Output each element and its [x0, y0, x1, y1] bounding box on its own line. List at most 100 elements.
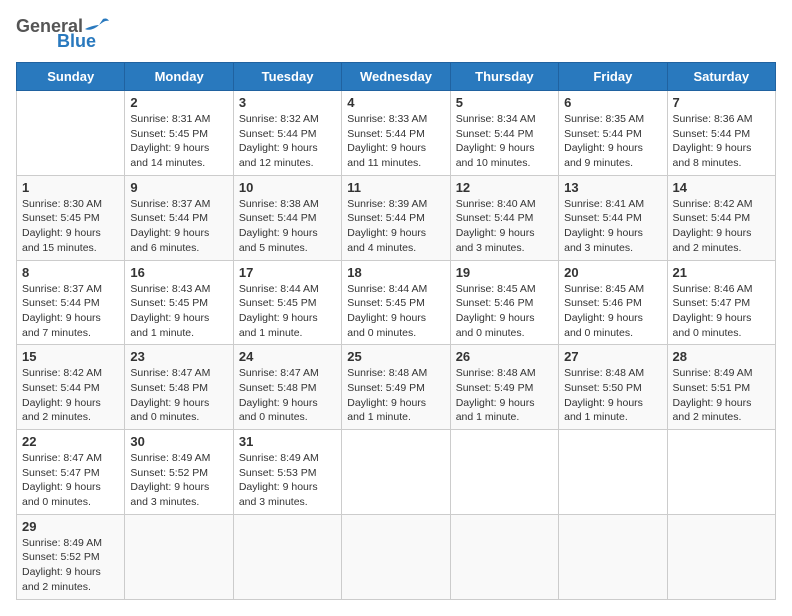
- day-info: Sunrise: 8:43 AMSunset: 5:45 PMDaylight:…: [130, 283, 210, 339]
- day-number: 29: [22, 519, 119, 534]
- calendar-cell: [17, 91, 125, 176]
- day-number: 16: [130, 265, 227, 280]
- day-info: Sunrise: 8:47 AMSunset: 5:48 PMDaylight:…: [239, 367, 319, 423]
- day-number: 10: [239, 180, 336, 195]
- day-number: 3: [239, 95, 336, 110]
- day-info: Sunrise: 8:32 AMSunset: 5:44 PMDaylight:…: [239, 113, 319, 169]
- header-monday: Monday: [125, 63, 233, 91]
- calendar-cell: 30 Sunrise: 8:49 AMSunset: 5:52 PMDayligh…: [125, 430, 233, 515]
- day-number: 5: [456, 95, 553, 110]
- calendar-cell: [450, 430, 558, 515]
- calendar-cell: 31 Sunrise: 8:49 AMSunset: 5:53 PMDayligh…: [233, 430, 341, 515]
- calendar-cell: 9Sunrise: 8:37 AMSunset: 5:44 PMDaylight…: [125, 175, 233, 260]
- calendar-cell: 21 Sunrise: 8:46 AMSunset: 5:47 PMDayligh…: [667, 260, 775, 345]
- day-number: 8: [22, 265, 119, 280]
- day-info: Sunrise: 8:40 AMSunset: 5:44 PMDaylight:…: [456, 198, 536, 254]
- day-info: Sunrise: 8:44 AMSunset: 5:45 PMDaylight:…: [347, 283, 427, 339]
- day-info: Sunrise: 8:42 AMSunset: 5:44 PMDaylight:…: [673, 198, 753, 254]
- calendar-week-row: 2Sunrise: 8:31 AMSunset: 5:45 PMDaylight…: [17, 91, 776, 176]
- day-number: 23: [130, 349, 227, 364]
- calendar-cell: [667, 514, 775, 599]
- calendar-cell: 25 Sunrise: 8:48 AMSunset: 5:49 PMDayligh…: [342, 345, 450, 430]
- calendar-cell: 14 Sunrise: 8:42 AMSunset: 5:44 PMDayligh…: [667, 175, 775, 260]
- header-tuesday: Tuesday: [233, 63, 341, 91]
- calendar-cell: 4Sunrise: 8:33 AMSunset: 5:44 PMDaylight…: [342, 91, 450, 176]
- day-info: Sunrise: 8:30 AMSunset: 5:45 PMDaylight:…: [22, 198, 102, 254]
- calendar-week-row: 22Sunrise: 8:47 AMSunset: 5:47 PMDayligh…: [17, 430, 776, 515]
- calendar-cell: 24 Sunrise: 8:47 AMSunset: 5:48 PMDayligh…: [233, 345, 341, 430]
- calendar-cell: 16 Sunrise: 8:43 AMSunset: 5:45 PMDayligh…: [125, 260, 233, 345]
- day-number: 18: [347, 265, 444, 280]
- page-header: General Blue: [16, 16, 776, 52]
- calendar-cell: 1 Sunrise: 8:30 AMSunset: 5:45 PMDaylight…: [17, 175, 125, 260]
- day-number: 25: [347, 349, 444, 364]
- day-number: 28: [673, 349, 770, 364]
- day-number: 13: [564, 180, 661, 195]
- day-info: Sunrise: 8:48 AMSunset: 5:49 PMDaylight:…: [456, 367, 536, 423]
- day-info: Sunrise: 8:48 AMSunset: 5:50 PMDaylight:…: [564, 367, 644, 423]
- day-info: Sunrise: 8:49 AMSunset: 5:52 PMDaylight:…: [130, 452, 210, 508]
- day-number: 6: [564, 95, 661, 110]
- calendar-cell: 20 Sunrise: 8:45 AMSunset: 5:46 PMDayligh…: [559, 260, 667, 345]
- day-info: Sunrise: 8:49 AMSunset: 5:51 PMDaylight:…: [673, 367, 753, 423]
- calendar-cell: 29Sunrise: 8:49 AMSunset: 5:52 PMDayligh…: [17, 514, 125, 599]
- calendar-cell: 11Sunrise: 8:39 AMSunset: 5:44 PMDayligh…: [342, 175, 450, 260]
- calendar-cell: 26 Sunrise: 8:48 AMSunset: 5:49 PMDayligh…: [450, 345, 558, 430]
- calendar-cell: 12 Sunrise: 8:40 AMSunset: 5:44 PMDayligh…: [450, 175, 558, 260]
- calendar-cell: [233, 514, 341, 599]
- calendar-week-row: 15 Sunrise: 8:42 AMSunset: 5:44 PMDayligh…: [17, 345, 776, 430]
- day-info: Sunrise: 8:46 AMSunset: 5:47 PMDaylight:…: [673, 283, 753, 339]
- day-number: 1: [22, 180, 119, 195]
- day-number: 15: [22, 349, 119, 364]
- calendar-cell: 5 Sunrise: 8:34 AMSunset: 5:44 PMDaylight…: [450, 91, 558, 176]
- day-info: Sunrise: 8:33 AMSunset: 5:44 PMDaylight:…: [347, 113, 427, 169]
- calendar-cell: 17 Sunrise: 8:44 AMSunset: 5:45 PMDayligh…: [233, 260, 341, 345]
- day-number: 21: [673, 265, 770, 280]
- calendar-body: 2Sunrise: 8:31 AMSunset: 5:45 PMDaylight…: [17, 91, 776, 600]
- day-number: 12: [456, 180, 553, 195]
- calendar-week-row: 8 Sunrise: 8:37 AMSunset: 5:44 PMDaylight…: [17, 260, 776, 345]
- day-number: 30: [130, 434, 227, 449]
- day-info: Sunrise: 8:48 AMSunset: 5:49 PMDaylight:…: [347, 367, 427, 423]
- calendar-cell: 2Sunrise: 8:31 AMSunset: 5:45 PMDaylight…: [125, 91, 233, 176]
- day-info: Sunrise: 8:42 AMSunset: 5:44 PMDaylight:…: [22, 367, 102, 423]
- header-row: SundayMondayTuesdayWednesdayThursdayFrid…: [17, 63, 776, 91]
- day-info: Sunrise: 8:37 AMSunset: 5:44 PMDaylight:…: [130, 198, 210, 254]
- day-info: Sunrise: 8:45 AMSunset: 5:46 PMDaylight:…: [456, 283, 536, 339]
- day-info: Sunrise: 8:31 AMSunset: 5:45 PMDaylight:…: [130, 113, 210, 169]
- calendar-cell: [559, 430, 667, 515]
- header-thursday: Thursday: [450, 63, 558, 91]
- logo: General Blue: [16, 16, 109, 52]
- day-info: Sunrise: 8:49 AMSunset: 5:53 PMDaylight:…: [239, 452, 319, 508]
- day-number: 20: [564, 265, 661, 280]
- day-info: Sunrise: 8:47 AMSunset: 5:48 PMDaylight:…: [130, 367, 210, 423]
- calendar-cell: 13 Sunrise: 8:41 AMSunset: 5:44 PMDayligh…: [559, 175, 667, 260]
- day-number: 7: [673, 95, 770, 110]
- day-number: 31: [239, 434, 336, 449]
- calendar-cell: 15 Sunrise: 8:42 AMSunset: 5:44 PMDayligh…: [17, 345, 125, 430]
- header-friday: Friday: [559, 63, 667, 91]
- calendar-cell: [342, 430, 450, 515]
- calendar-cell: 7 Sunrise: 8:36 AMSunset: 5:44 PMDaylight…: [667, 91, 775, 176]
- calendar-cell: 19 Sunrise: 8:45 AMSunset: 5:46 PMDayligh…: [450, 260, 558, 345]
- day-info: Sunrise: 8:44 AMSunset: 5:45 PMDaylight:…: [239, 283, 319, 339]
- day-info: Sunrise: 8:38 AMSunset: 5:44 PMDaylight:…: [239, 198, 319, 254]
- day-number: 26: [456, 349, 553, 364]
- day-number: 24: [239, 349, 336, 364]
- day-number: 17: [239, 265, 336, 280]
- calendar-cell: [667, 430, 775, 515]
- day-info: Sunrise: 8:45 AMSunset: 5:46 PMDaylight:…: [564, 283, 644, 339]
- header-saturday: Saturday: [667, 63, 775, 91]
- day-number: 19: [456, 265, 553, 280]
- day-info: Sunrise: 8:34 AMSunset: 5:44 PMDaylight:…: [456, 113, 536, 169]
- calendar-week-row: 1 Sunrise: 8:30 AMSunset: 5:45 PMDaylight…: [17, 175, 776, 260]
- day-info: Sunrise: 8:36 AMSunset: 5:44 PMDaylight:…: [673, 113, 753, 169]
- calendar-cell: [342, 514, 450, 599]
- day-number: 14: [673, 180, 770, 195]
- calendar-cell: 22Sunrise: 8:47 AMSunset: 5:47 PMDayligh…: [17, 430, 125, 515]
- day-info: Sunrise: 8:37 AMSunset: 5:44 PMDaylight:…: [22, 283, 102, 339]
- day-info: Sunrise: 8:39 AMSunset: 5:44 PMDaylight:…: [347, 198, 427, 254]
- calendar-table: SundayMondayTuesdayWednesdayThursdayFrid…: [16, 62, 776, 600]
- day-info: Sunrise: 8:47 AMSunset: 5:47 PMDaylight:…: [22, 452, 102, 508]
- day-info: Sunrise: 8:41 AMSunset: 5:44 PMDaylight:…: [564, 198, 644, 254]
